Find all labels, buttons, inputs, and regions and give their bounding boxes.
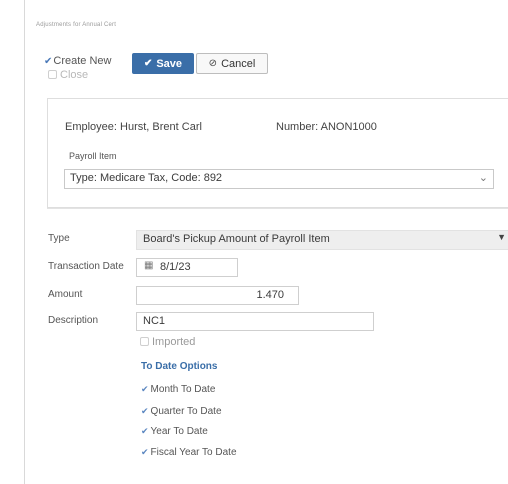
option-label: Quarter To Date: [150, 406, 222, 417]
type-select[interactable]: Board's Pickup Amount of Payroll Item ▼: [136, 230, 508, 250]
type-label: Type: [48, 233, 70, 244]
cancel-icon: ⊘: [208, 58, 218, 69]
checkbox-icon: [140, 337, 149, 346]
payroll-item-label: Payroll Item: [69, 151, 117, 161]
chevron-down-icon: ▼: [497, 232, 506, 242]
option-label: Year To Date: [150, 426, 208, 437]
month-to-date-checkbox[interactable]: ✔ Month To Date: [141, 384, 215, 395]
imported-checkbox[interactable]: Imported: [140, 336, 195, 348]
cancel-button[interactable]: ⊘ Cancel: [196, 53, 268, 74]
divider: [47, 208, 508, 209]
payroll-item-select[interactable]: Type: Medicare Tax, Code: 892 ⌄: [64, 169, 494, 189]
imported-label: Imported: [152, 336, 196, 348]
create-new-checkbox[interactable]: ✔Create New: [44, 55, 111, 67]
transaction-date-value: 8/1/23: [160, 261, 191, 273]
to-date-options-title: To Date Options: [141, 361, 218, 372]
option-label: Fiscal Year To Date: [150, 447, 237, 458]
transaction-date-label: Transaction Date: [48, 261, 124, 272]
close-checkbox[interactable]: Close: [48, 69, 88, 81]
amount-label: Amount: [48, 289, 83, 300]
check-icon: ✔: [141, 447, 149, 457]
amount-input[interactable]: 1.470: [136, 286, 299, 305]
cancel-label: Cancel: [221, 57, 256, 70]
type-value: Board's Pickup Amount of Payroll Item: [143, 233, 330, 245]
left-border: [24, 0, 25, 484]
employee-name: Employee: Hurst, Brent Carl: [65, 121, 202, 133]
calendar-icon[interactable]: ▦: [144, 260, 153, 271]
checkbox-icon: [48, 70, 57, 79]
save-label: Save: [156, 57, 183, 70]
fiscal-year-to-date-checkbox[interactable]: ✔ Fiscal Year To Date: [141, 447, 237, 458]
description-label: Description: [48, 315, 99, 326]
breadcrumb: Adjustments for Annual Cert: [36, 22, 117, 28]
employee-number: Number: ANON1000: [276, 121, 377, 133]
create-new-label: Create New: [53, 55, 112, 67]
transaction-date-input[interactable]: ▦ 8/1/23: [136, 258, 238, 277]
check-icon: ✔: [141, 384, 149, 394]
amount-value: 1.470: [256, 289, 284, 301]
chevron-down-icon: ⌄: [478, 172, 488, 184]
year-to-date-checkbox[interactable]: ✔ Year To Date: [141, 426, 208, 437]
description-input[interactable]: NC1: [136, 312, 374, 331]
option-label: Month To Date: [150, 384, 216, 395]
check-icon: ✔: [143, 58, 153, 69]
payroll-item-value: Type: Medicare Tax, Code: 892: [70, 172, 223, 184]
check-icon: ✔: [141, 406, 149, 416]
check-icon: ✔: [44, 56, 53, 67]
description-value: NC1: [143, 315, 166, 327]
close-label: Close: [60, 69, 89, 81]
save-button[interactable]: ✔ Save: [132, 53, 194, 74]
quarter-to-date-checkbox[interactable]: ✔ Quarter To Date: [141, 406, 222, 417]
employee-panel: Employee: Hurst, Brent Carl Number: ANON…: [47, 98, 508, 208]
check-icon: ✔: [141, 426, 149, 436]
